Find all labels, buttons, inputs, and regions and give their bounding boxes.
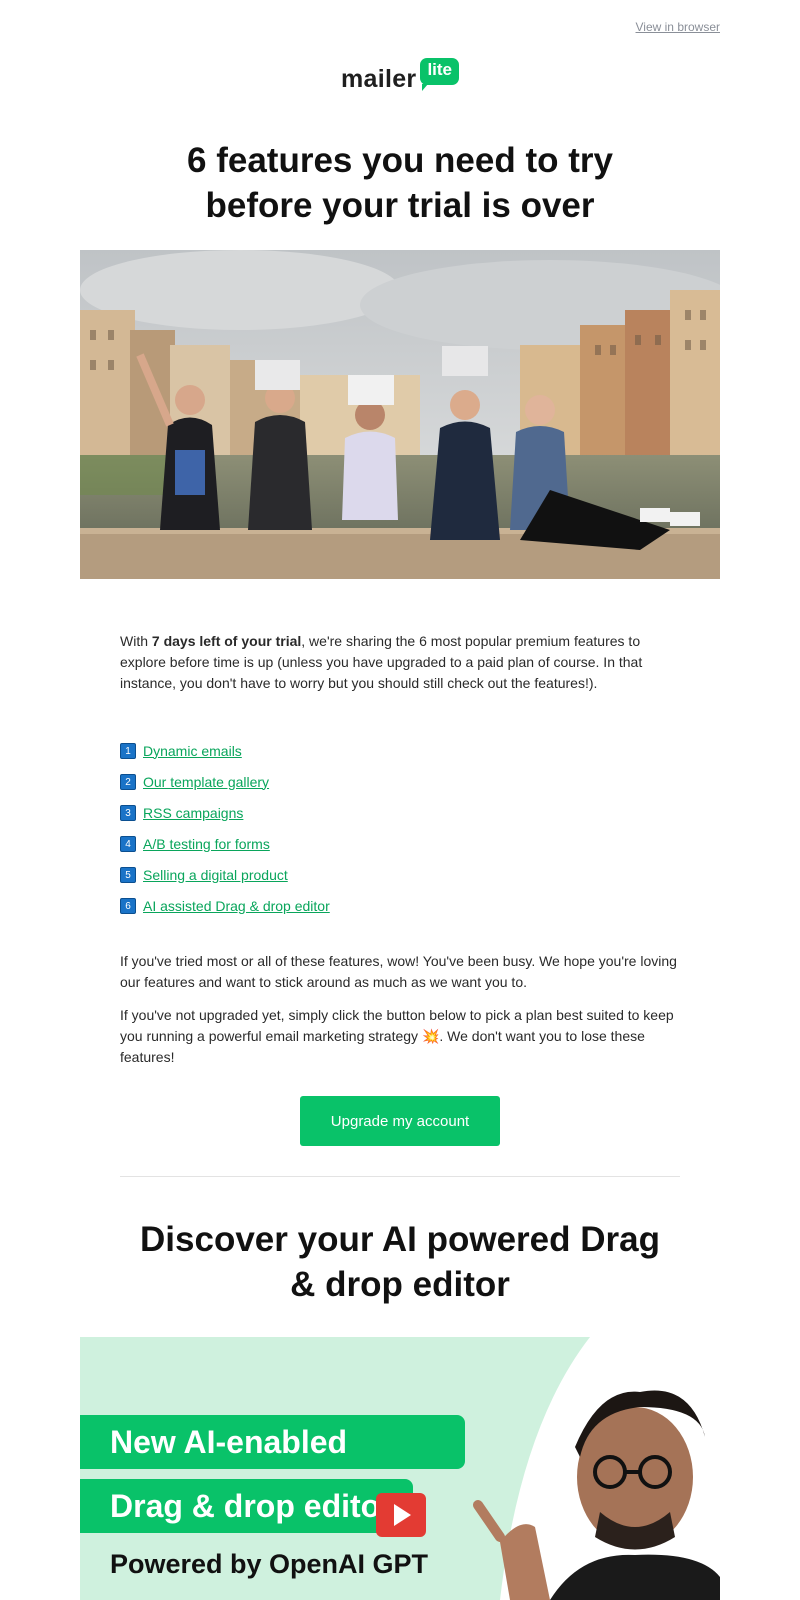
hero-image <box>80 250 720 579</box>
collision-emoji-icon: 💥 <box>421 1028 440 1044</box>
intro-prefix: With <box>120 633 152 649</box>
feature-list: 1 Dynamic emails 2 Our template gallery … <box>120 735 680 921</box>
list-item: 4 A/B testing for forms <box>120 828 680 859</box>
list-item: 3 RSS campaigns <box>120 797 680 828</box>
page-title-line-2: before your trial is over <box>205 186 595 225</box>
feature-link-rss-campaigns[interactable]: RSS campaigns <box>143 805 243 821</box>
headline-pill-2: Drag & drop edito <box>80 1479 413 1533</box>
feature-link-ai-editor[interactable]: AI assisted Drag & drop editor <box>143 898 330 914</box>
section-title: Discover your AI powered Drag & drop edi… <box>80 1217 720 1307</box>
list-item: 6 AI assisted Drag & drop editor <box>120 890 680 921</box>
section-title-line-2: & drop editor <box>290 1265 510 1304</box>
list-item: 1 Dynamic emails <box>120 735 680 766</box>
list-item: 2 Our template gallery <box>120 766 680 797</box>
powered-by-text: Powered by OpenAI GPT <box>110 1549 429 1579</box>
feature-link-dynamic-emails[interactable]: Dynamic emails <box>143 743 242 759</box>
video-thumbnail[interactable]: New AI-enabled Drag & drop edito Powered… <box>80 1337 720 1600</box>
play-button-icon[interactable] <box>376 1493 426 1537</box>
team-photo-illustration <box>80 250 720 579</box>
logo-word: mailer <box>340 65 417 93</box>
mailerlite-logo: mailer lite <box>0 58 800 94</box>
headline-pill-1: New AI-enabled <box>80 1415 465 1469</box>
number-badge-icon: 6 <box>120 897 136 914</box>
logo-badge: lite <box>420 58 460 91</box>
feature-link-digital-product[interactable]: Selling a digital product <box>143 867 288 883</box>
number-badge-icon: 1 <box>120 742 136 759</box>
number-badge-icon: 5 <box>120 866 136 883</box>
number-badge-icon: 4 <box>120 835 136 852</box>
view-in-browser-link[interactable]: View in browser <box>636 20 720 34</box>
upgrade-account-button[interactable]: Upgrade my account <box>300 1096 500 1146</box>
section-title-line-1: Discover your AI powered Drag <box>140 1220 660 1259</box>
intro-bold: 7 days left of your trial <box>151 633 302 649</box>
number-badge-icon: 3 <box>120 804 136 821</box>
feature-link-template-gallery[interactable]: Our template gallery <box>143 774 269 790</box>
tried-features-paragraph: If you've tried most or all of these fea… <box>120 953 677 990</box>
page-title: 6 features you need to try before your t… <box>80 138 720 228</box>
number-badge-icon: 2 <box>120 773 136 790</box>
divider <box>120 1176 680 1177</box>
upgrade-paragraph: If you've not upgraded yet, simply click… <box>120 1005 680 1068</box>
list-item: 5 Selling a digital product <box>120 859 680 890</box>
feature-link-ab-testing[interactable]: A/B testing for forms <box>143 836 270 852</box>
intro-paragraph: With 7 days left of your trial, we're sh… <box>120 631 680 694</box>
page-title-line-1: 6 features you need to try <box>187 141 613 180</box>
play-triangle-icon <box>394 1504 411 1526</box>
